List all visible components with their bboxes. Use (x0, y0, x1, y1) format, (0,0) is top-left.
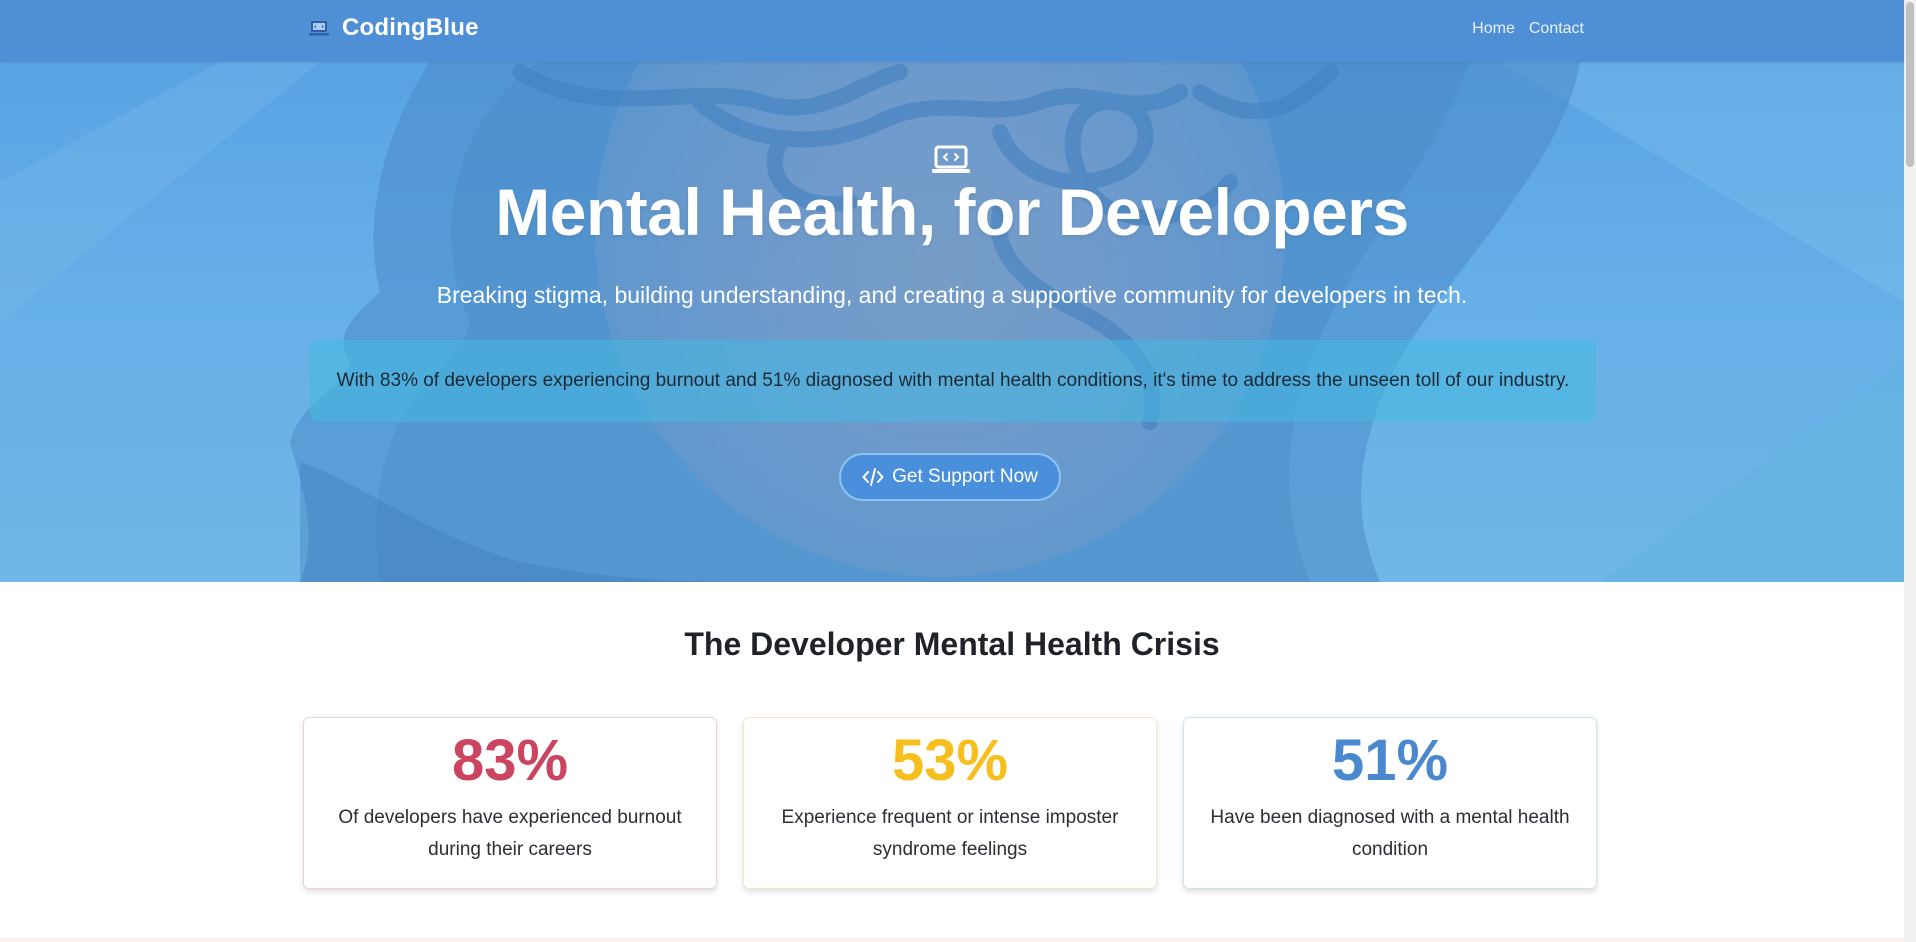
crisis-section-title: The Developer Mental Health Crisis (684, 626, 1220, 662)
hero-content: Mental Health, for Developers Breaking s… (0, 62, 1904, 582)
hero-subtitle: Breaking stigma, building understanding,… (436, 282, 1468, 308)
stat-value: 51% (1331, 728, 1449, 793)
navbar: CodingBlue Home Contact (0, 0, 1904, 62)
stat-card-diagnosed: 51% Have been diagnosed with a mental he… (1183, 717, 1597, 889)
stat-card-imposter-syndrome: 53% Experience frequent or intense impos… (743, 717, 1157, 889)
stat-description: Of developers have experienced burnout d… (338, 807, 682, 860)
next-section-edge (0, 938, 1904, 942)
code-icon (862, 467, 884, 487)
stat-card-burnout: 83% Of developers have experienced burno… (303, 717, 717, 889)
hero-title: Mental Health, for Developers (495, 175, 1409, 249)
scrollbar-thumb[interactable] (1906, 2, 1914, 167)
stat-description: Have been diagnosed with a mental health… (1210, 807, 1570, 860)
nav-home-link[interactable]: Home (1472, 20, 1515, 38)
nav-contact-link[interactable]: Contact (1529, 20, 1584, 38)
nav-links: Home Contact (1472, 20, 1584, 38)
hero-section: Mental Health, for Developers Breaking s… (0, 62, 1904, 582)
page-scrollbar[interactable] (1904, 0, 1916, 942)
get-support-label: Get Support Now (892, 466, 1038, 487)
laptop-code-icon (308, 17, 330, 39)
stat-value: 53% (891, 728, 1009, 793)
brand[interactable]: CodingBlue (308, 14, 479, 42)
get-support-button[interactable]: Get Support Now (839, 453, 1061, 501)
stat-description: Experience frequent or intense imposter … (781, 807, 1119, 860)
hero-note-text: With 83% of developers experiencing burn… (336, 370, 1570, 391)
hero-note-box: With 83% of developers experiencing burn… (310, 340, 1596, 422)
laptop-code-icon (931, 144, 971, 176)
brand-name: CodingBlue (342, 14, 479, 41)
stat-value: 83% (451, 728, 569, 793)
